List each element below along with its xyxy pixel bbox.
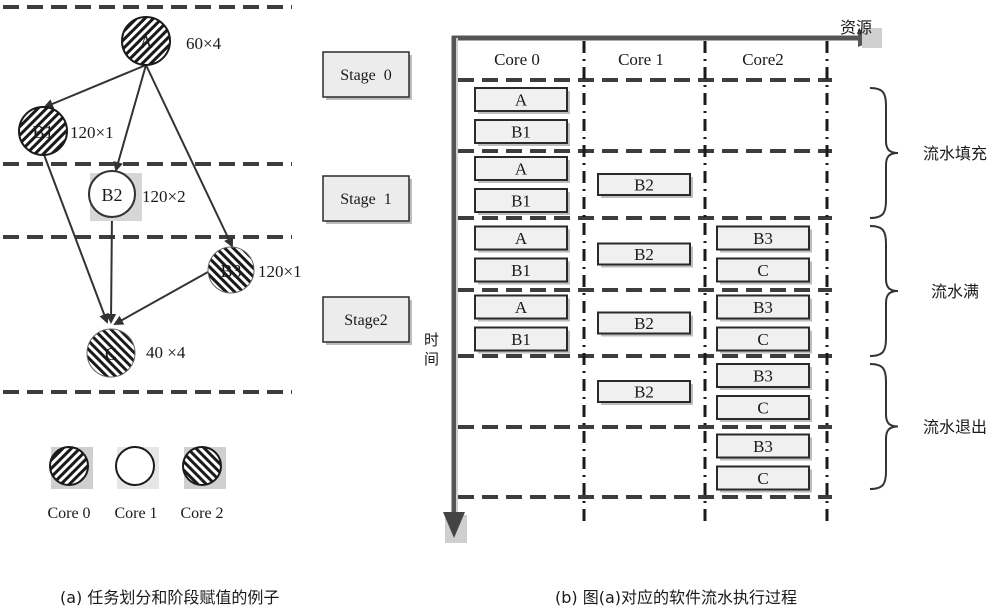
task-block-b2: B2 bbox=[597, 242, 693, 268]
task-label: B1 bbox=[511, 192, 531, 211]
task-block-b1: B1 bbox=[474, 119, 570, 146]
node-a: A 60×4 bbox=[121, 16, 222, 66]
task-label: C bbox=[757, 469, 768, 488]
node-b2: B2 120×2 bbox=[88, 170, 186, 221]
task-label: B2 bbox=[634, 245, 654, 264]
node-label: B1 bbox=[32, 122, 53, 142]
task-block-b2: B2 bbox=[597, 380, 693, 405]
task-block-c: C bbox=[716, 326, 812, 354]
panel-b: 资源 时间 Core 0 Core 1 Core2 A B1 A B1 B2 A B1 B2 B… bbox=[424, 18, 987, 607]
stage-label: Stage2 bbox=[344, 312, 388, 329]
edge-a-b2 bbox=[113, 64, 147, 172]
phase-brace bbox=[869, 87, 899, 219]
legend-item-core0: Core 0 bbox=[47, 446, 93, 522]
panel-a: A 60×4 B1 120×1 B2 120×2 B3 120×1 C 40 ×… bbox=[3, 5, 302, 607]
node-c: C 40 ×4 bbox=[86, 328, 186, 378]
task-label: B2 bbox=[634, 383, 654, 402]
node-size-label: 120×1 bbox=[258, 262, 302, 281]
task-label: B1 bbox=[511, 330, 531, 349]
task-block-c: C bbox=[716, 395, 812, 422]
column-header: Core2 bbox=[742, 50, 784, 69]
task-block-b1: B1 bbox=[474, 257, 570, 285]
node-label: A bbox=[140, 32, 153, 52]
task-block-b2: B2 bbox=[597, 311, 693, 337]
node-size-label: 40 ×4 bbox=[146, 343, 186, 362]
task-label: C bbox=[757, 399, 768, 418]
task-label: C bbox=[757, 330, 768, 349]
task-label: B2 bbox=[634, 176, 654, 195]
task-block-a: A bbox=[474, 294, 570, 322]
node-label: B3 bbox=[220, 261, 241, 281]
task-block-b3: B3 bbox=[716, 433, 812, 461]
task-label: A bbox=[515, 160, 528, 179]
node-size-label: 60×4 bbox=[186, 34, 222, 53]
phase-label: 流水满 bbox=[931, 282, 979, 301]
node-label: C bbox=[105, 344, 117, 364]
stage-0: Stage 0 bbox=[322, 51, 412, 100]
task-label: C bbox=[757, 261, 768, 280]
task-label: B1 bbox=[511, 123, 531, 142]
stage-2: Stage2 bbox=[322, 296, 412, 345]
task-label: A bbox=[515, 298, 528, 317]
task-label: A bbox=[515, 91, 528, 110]
phase-label: 流水填充 bbox=[923, 144, 987, 163]
task-label: B3 bbox=[753, 437, 773, 456]
legend-label: Core 1 bbox=[114, 505, 157, 522]
node-size-label: 120×2 bbox=[142, 187, 186, 206]
stage-1: Stage 1 bbox=[322, 175, 412, 224]
task-label: A bbox=[515, 229, 528, 248]
task-label: B2 bbox=[634, 314, 654, 333]
resource-axis-label: 资源 bbox=[840, 18, 872, 37]
edge-a-b1 bbox=[43, 64, 147, 109]
legend-item-core2: Core 2 bbox=[180, 446, 226, 522]
legend: Core 0 Core 1 Core 2 bbox=[47, 446, 226, 522]
task-block-c: C bbox=[716, 257, 812, 285]
task-label: B3 bbox=[753, 298, 773, 317]
stage-label: Stage 0 bbox=[340, 67, 392, 84]
phase-braces: 流水填充流水满流水退出 bbox=[869, 87, 987, 490]
task-label: B3 bbox=[753, 229, 773, 248]
legend-label: Core 2 bbox=[180, 505, 223, 522]
task-block-b2: B2 bbox=[597, 173, 693, 198]
task-label: B1 bbox=[511, 261, 531, 280]
task-block-a: A bbox=[474, 156, 570, 183]
pipeline-diagram: A 60×4 B1 120×1 B2 120×2 B3 120×1 C 40 ×… bbox=[3, 5, 987, 607]
phase-brace bbox=[869, 363, 899, 490]
node-label: B2 bbox=[101, 185, 122, 205]
edge-a-b3 bbox=[145, 64, 234, 248]
task-label: B3 bbox=[753, 367, 773, 386]
task-block-b3: B3 bbox=[716, 363, 812, 390]
node-size-label: 120×1 bbox=[70, 123, 114, 142]
edge-b3-c bbox=[113, 271, 209, 325]
phase-brace bbox=[869, 225, 899, 357]
column-header: Core 0 bbox=[494, 50, 540, 69]
phase-label: 流水退出 bbox=[923, 418, 987, 437]
task-block-a: A bbox=[474, 225, 570, 253]
task-block-b3: B3 bbox=[716, 225, 812, 253]
caption-a: (a) 任务划分和阶段赋值的例子 bbox=[60, 588, 279, 607]
time-axis-label: 时间 bbox=[424, 331, 439, 368]
task-block-b1: B1 bbox=[474, 326, 570, 354]
stage-label: Stage 1 bbox=[340, 191, 392, 208]
node-b1: B1 120×1 bbox=[18, 106, 114, 156]
task-block-a: A bbox=[474, 87, 570, 114]
task-block-b3: B3 bbox=[716, 294, 812, 322]
task-block-b1: B1 bbox=[474, 188, 570, 215]
stage-labels: Stage 0 Stage 1 Stage2 bbox=[322, 51, 412, 345]
legend-item-core1: Core 1 bbox=[114, 446, 159, 522]
legend-label: Core 0 bbox=[47, 505, 90, 522]
node-b3: B3 120×1 bbox=[207, 246, 302, 294]
column-header: Core 1 bbox=[618, 50, 664, 69]
caption-b: (b) 图(a)对应的软件流水执行过程 bbox=[555, 588, 797, 607]
edge-b2-c bbox=[106, 211, 117, 324]
task-block-c: C bbox=[716, 465, 812, 493]
